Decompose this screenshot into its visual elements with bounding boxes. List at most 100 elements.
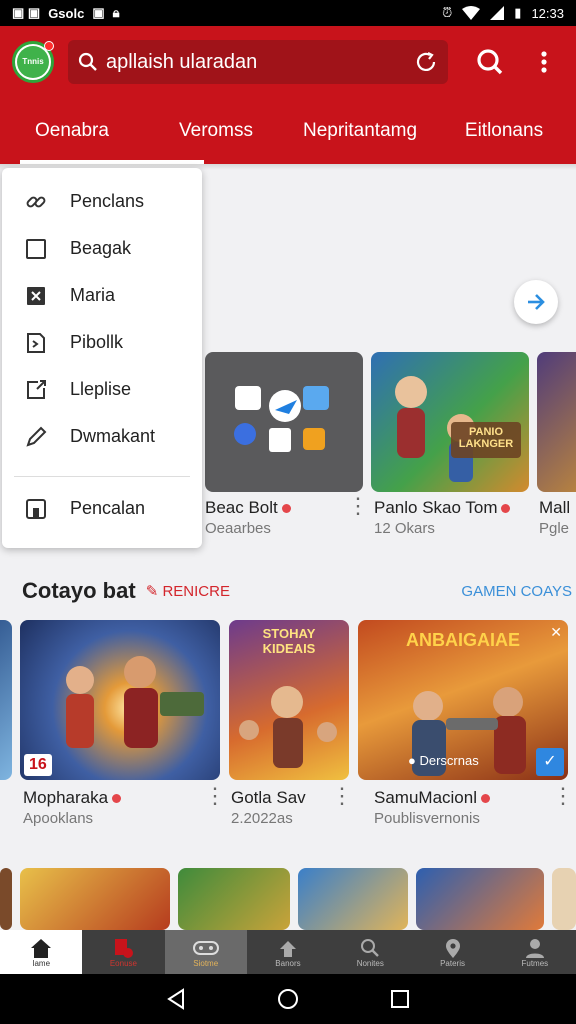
tab-oenabra[interactable]: Oenabra (0, 98, 204, 164)
tab-eitlonans[interactable]: Eitlonans (432, 98, 576, 164)
more-vert-icon[interactable]: ⋮ (552, 785, 574, 807)
logo-text: Tnnis (17, 46, 49, 78)
overlay-label: ● Derscrnas (408, 753, 479, 768)
app-title: Gotla Sav (231, 788, 306, 807)
app-logo[interactable]: Tnnis (12, 41, 54, 83)
nav-label: Pateris (440, 958, 465, 968)
status-left-text: Gsolc (48, 5, 85, 21)
app-thumbnail[interactable] (20, 868, 170, 930)
menu-item-penclans[interactable]: Penclans (2, 178, 202, 225)
search-input[interactable]: apllaish ularadan (68, 40, 448, 84)
search-icon (361, 938, 380, 957)
archive-icon (26, 498, 46, 519)
games-icon (192, 940, 219, 955)
back-icon[interactable] (166, 988, 186, 1010)
app-card[interactable]: STOHAY KIDEAIS Gotla Sav 2.2022as ⋮ (229, 620, 353, 830)
tab-nepritantamg[interactable]: Nepritantamg (288, 98, 432, 164)
app-title: Panlo Skao Tom (374, 498, 511, 518)
menu-item-dwmakant[interactable]: Dwmakant (2, 413, 202, 460)
tab-veromss[interactable]: Veromss (144, 98, 288, 164)
refresh-icon[interactable] (414, 50, 438, 74)
nav-item-nonites[interactable]: Nonites (329, 930, 411, 974)
app-thumbnail[interactable] (552, 868, 576, 930)
lock-icon: 🔒︎ (112, 5, 120, 20)
menu-item-pibollk[interactable]: Pibollk (2, 319, 202, 366)
more-vert-icon[interactable]: ⋮ (204, 785, 226, 807)
app-subtitle: Poublisvernonis (374, 810, 480, 827)
nav-item-futmes[interactable]: Futmes (494, 930, 576, 974)
app-thumbnail: STOHAY KIDEAIS (229, 620, 349, 780)
app-thumbnail: PANIO LAKNGER (371, 352, 529, 492)
app-thumbnail (0, 620, 12, 780)
app-subtitle: 2.2022as (231, 810, 293, 827)
battery-icon: ▮ (514, 5, 522, 20)
more-vert-icon[interactable]: ⋮ (331, 785, 353, 807)
nav-label: Futmes (521, 958, 549, 968)
app-thumbnail (537, 352, 576, 492)
home-icon (31, 938, 52, 958)
app-card[interactable]: 16 Mopharaka Apooklans ⋮ (20, 620, 226, 830)
app-card[interactable]: Beac Bolt Oeaarbes ⋮ (205, 352, 369, 542)
nav-item-eonuse[interactable]: Eonuse (82, 930, 164, 974)
place-icon (445, 938, 460, 958)
app-thumbnail[interactable] (0, 868, 12, 930)
thumbnail-text: ANBAIGAIAE (405, 630, 520, 650)
bottom-navigation: Iame Eonuse Siotme Banors Nonites Pateri… (0, 930, 576, 974)
nav-item-pateris[interactable]: Pateris (411, 930, 493, 974)
menu-item-label: Dwmakant (70, 426, 156, 446)
menu-item-pencalan[interactable]: Pencalan (2, 485, 202, 532)
search-button[interactable] (470, 42, 510, 82)
nav-item-banors[interactable]: Banors (247, 930, 329, 974)
nav-label: Iame (32, 958, 51, 968)
menu-item-beagak[interactable]: Beagak (2, 225, 202, 272)
app-title: Mopharaka (23, 788, 122, 808)
home-circle-icon[interactable] (277, 988, 299, 1010)
clock: 12:33 (531, 5, 564, 21)
section-header: Cotayo bat ✎ RENICRE GAMEN COAYS (22, 576, 572, 606)
pen-icon (26, 426, 47, 447)
tab-bar: Oenabra Veromss Nepritantamg Eitlonans (0, 98, 576, 164)
nav-item-home[interactable]: Iame (0, 930, 83, 974)
recents-icon[interactable] (390, 989, 410, 1009)
app-card[interactable]: PANIO LAKNGER Panlo Skao Tom 12 Okars (371, 352, 529, 542)
search-icon (78, 52, 97, 71)
nav-label: Nonites (356, 958, 384, 968)
expand-icon[interactable]: ✕ (550, 624, 562, 641)
app-thumbnail[interactable] (416, 868, 544, 930)
nav-label: Siotme (193, 958, 219, 968)
person-icon (525, 938, 544, 958)
app-card[interactable]: Mall Pgle (537, 352, 576, 542)
menu-item-maria[interactable]: Maria (2, 272, 202, 319)
nav-item-siotme[interactable]: Siotme (164, 930, 247, 974)
notification-dot (44, 41, 54, 51)
menu-item-label: Beagak (70, 238, 132, 258)
partial-card[interactable] (0, 620, 12, 780)
section-tag: ✎ RENICRE (145, 583, 230, 600)
chat-apps-graphic (234, 386, 329, 452)
menu-item-lleplise[interactable]: Lleplise (2, 366, 202, 413)
badge-dot (112, 794, 122, 803)
app-subtitle: Apooklans (23, 810, 94, 827)
menu-item-label: Lleplise (70, 379, 132, 399)
menu-item-label: Pencalan (70, 498, 146, 518)
doc-icon (27, 332, 45, 353)
menu-item-label: Maria (70, 285, 116, 305)
app-card[interactable]: ANBAIGAIAE ● Derscrnas ✕ ✓ SamuMacionl P… (358, 620, 574, 830)
apps-icon (279, 940, 296, 957)
notification-icons: ▣ ▣ (12, 5, 41, 20)
app-title: Beac Bolt (205, 498, 291, 518)
next-arrow-button[interactable] (514, 280, 558, 324)
badge-dot (501, 504, 511, 513)
app-thumbnail[interactable] (178, 868, 290, 930)
overflow-menu-button[interactable] (524, 42, 564, 82)
search-text: apllaish ularadan (106, 50, 258, 73)
badge-dot (281, 504, 291, 513)
bookmark-icon (115, 938, 134, 958)
see-more-link[interactable]: GAMEN COAYS (461, 583, 572, 600)
menu-divider (14, 476, 190, 477)
image-icon: ▣ (92, 5, 105, 20)
x-box-icon (27, 286, 45, 305)
square-icon (26, 238, 46, 259)
more-vert-icon[interactable]: ⋮ (347, 495, 369, 517)
app-thumbnail[interactable] (298, 868, 408, 930)
